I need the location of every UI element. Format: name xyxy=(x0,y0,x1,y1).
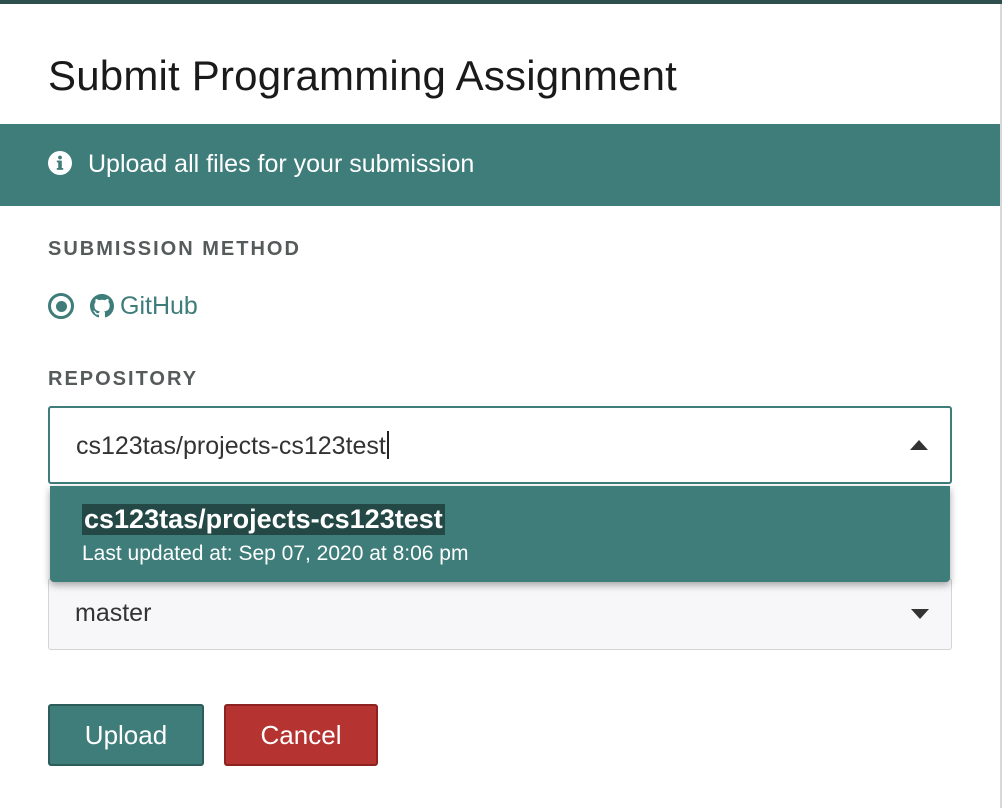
repository-option-updated: Last updated at: Sep 07, 2020 at 8:06 pm xyxy=(82,542,469,565)
submit-dialog: Submit Programming Assignment Upload all… xyxy=(0,4,1002,808)
cancel-button[interactable]: Cancel xyxy=(224,704,378,766)
repository-dropdown-option[interactable]: cs123tas/projects-cs123test Last updated… xyxy=(50,486,950,582)
submission-method-label: SUBMISSION METHOD xyxy=(48,238,301,260)
repository-label: REPOSITORY xyxy=(48,368,199,390)
repository-option-name: cs123tas/projects-cs123test xyxy=(82,504,445,535)
text-cursor xyxy=(386,431,389,460)
branch-select[interactable]: master xyxy=(48,578,952,650)
github-icon xyxy=(90,294,114,318)
upload-button[interactable]: Upload xyxy=(48,704,204,766)
github-option-label: GitHub xyxy=(120,291,198,320)
repository-input[interactable]: cs123tas/projects-cs123test xyxy=(76,431,389,461)
branch-value: master xyxy=(75,599,152,627)
radio-button[interactable] xyxy=(48,293,74,319)
repository-select[interactable]: cs123tas/projects-cs123test xyxy=(48,406,952,484)
info-banner: Upload all files for your submission xyxy=(0,124,1000,206)
banner-message: Upload all files for your submission xyxy=(88,150,475,178)
dialog-title: Submit Programming Assignment xyxy=(48,52,678,99)
github-radio-option[interactable]: GitHub xyxy=(48,289,198,323)
caret-up-icon[interactable] xyxy=(910,440,928,450)
caret-down-icon[interactable] xyxy=(911,609,929,619)
info-icon xyxy=(48,151,72,175)
